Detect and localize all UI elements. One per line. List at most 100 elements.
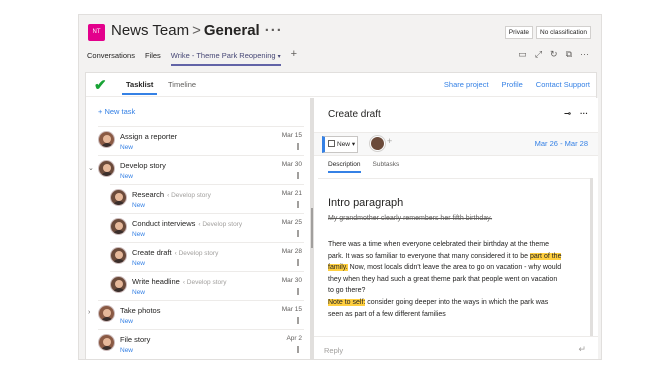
task-list: + New task Assign a reporter New Mar 15 … (86, 98, 310, 359)
status-label: New (337, 141, 351, 148)
contact-support-link[interactable]: Contact Support (536, 80, 590, 89)
scrollbar[interactable] (590, 178, 593, 336)
chat-icon[interactable]: ▭ (518, 49, 527, 60)
new-task-button[interactable]: + New task (98, 107, 135, 116)
parent-task-name: Develop story (202, 221, 243, 228)
privacy-badge: Private (504, 26, 534, 39)
parent-task: ‹ Develop story (167, 192, 211, 199)
assignee-avatar (110, 189, 127, 206)
task-date: Mar 30 (281, 161, 302, 168)
tab-conversations[interactable]: Conversations (87, 51, 135, 66)
link-icon[interactable]: ⊸ (564, 109, 571, 118)
channel-tabs: Conversations Files Wrike - Theme Park R… (87, 48, 297, 66)
chevron-right-icon[interactable]: › (88, 309, 90, 316)
highlighted-text: Note to self: (328, 299, 366, 306)
task-name: Conduct interviews (132, 219, 196, 228)
date-range[interactable]: Mar 26 - Mar 28 (535, 139, 588, 148)
classification-badge: No classification (536, 26, 591, 39)
task-row[interactable]: Write headline ‹ Develop story New Mar 30 (110, 271, 304, 300)
reply-box[interactable]: Reply ↵ (314, 336, 598, 359)
tab-tasklist[interactable]: Tasklist (121, 80, 158, 95)
more-icon[interactable]: ··· (580, 49, 589, 60)
drag-handle-icon[interactable] (297, 346, 299, 353)
task-name: Research (132, 190, 165, 199)
team-name[interactable]: News Team (111, 22, 189, 39)
assignee-avatar (110, 247, 127, 264)
profile-link[interactable]: Profile (502, 80, 523, 89)
status-dropdown[interactable]: New ▾ (322, 136, 358, 153)
task-date: Mar 30 (281, 277, 302, 284)
reply-input[interactable]: Reply (324, 346, 343, 355)
more-icon[interactable]: ··· (580, 109, 588, 118)
team-avatar[interactable]: NT (88, 24, 105, 41)
checkbox-icon[interactable] (328, 140, 335, 147)
drag-handle-icon[interactable] (297, 259, 299, 266)
parent-task-name: Develop story (171, 192, 211, 199)
drag-handle-icon[interactable] (297, 230, 299, 237)
channel-title: News Team > General ··· (111, 22, 283, 39)
task-detail: Create draft ⊸ ··· New ▾ + Mar 26 - Mar … (314, 98, 598, 359)
task-name[interactable]: File story (120, 335, 150, 344)
assignee-avatar (98, 305, 115, 322)
detail-icons: ⊸ ··· (564, 109, 588, 118)
task-date: Mar 21 (281, 190, 302, 197)
chevron-down-icon[interactable]: ⌄ (88, 164, 94, 172)
add-assignee-icon[interactable]: + (387, 136, 392, 146)
task-date: Mar 15 (281, 306, 302, 313)
tab-files[interactable]: Files (145, 51, 161, 66)
share-project-link[interactable]: Share project (444, 80, 489, 89)
wrike-toolbar: ✔ Tasklist Timeline Share project Profil… (86, 73, 596, 97)
task-row[interactable]: Conduct interviews ‹ Develop story New Ma… (110, 213, 304, 242)
popout-icon[interactable]: ⧉ (566, 49, 572, 60)
task-name[interactable]: Assign a reporter (120, 132, 177, 141)
struck-text: My grandmother clearly remembers her fif… (328, 215, 493, 222)
task-row[interactable]: File story New Apr 2 (98, 329, 304, 358)
task-status: New (120, 173, 134, 180)
assignee-avatar (98, 334, 115, 351)
detail-title[interactable]: Create draft (328, 109, 381, 120)
parent-task: ‹ Develop story (198, 221, 243, 228)
task-name-group[interactable]: Conduct interviews ‹ Develop story (132, 219, 242, 228)
assignee-avatar (110, 218, 127, 235)
task-row[interactable]: Create draft ‹ Develop story New Mar 28 (110, 242, 304, 271)
task-status: New (132, 231, 146, 238)
drag-handle-icon[interactable] (297, 143, 299, 150)
drag-handle-icon[interactable] (297, 201, 299, 208)
drag-handle-icon[interactable] (297, 317, 299, 324)
task-name[interactable]: Develop story (120, 161, 166, 170)
assignee-avatar[interactable] (370, 136, 385, 151)
tab-wrike[interactable]: Wrike - Theme Park Reopening ▾ (170, 51, 281, 66)
drag-handle-icon[interactable] (297, 288, 299, 295)
parent-task-name: Develop story (186, 279, 227, 286)
assignee-avatar (98, 160, 115, 177)
task-name-group[interactable]: Research ‹ Develop story (132, 190, 211, 199)
task-row[interactable]: Research ‹ Develop story New Mar 21 (110, 184, 304, 213)
task-row[interactable]: ⌄ Develop story New Mar 30 (88, 155, 304, 184)
channel-name[interactable]: General (204, 22, 260, 39)
task-row[interactable]: › Take photos New Mar 15 (88, 300, 304, 329)
send-icon[interactable]: ↵ (578, 344, 586, 355)
task-name[interactable]: Take photos (120, 306, 160, 315)
task-row[interactable]: Assign a reporter New Mar 15 (98, 126, 304, 155)
tab-timeline[interactable]: Timeline (168, 80, 196, 89)
description-editor[interactable]: Intro paragraph My grandmother clearly r… (318, 178, 590, 336)
more-options-icon[interactable]: ··· (260, 22, 283, 39)
chevron-down-icon[interactable]: ▾ (278, 54, 281, 60)
drag-handle-icon[interactable] (297, 172, 299, 179)
task-date: Mar 15 (281, 132, 302, 139)
tab-description[interactable]: Description (328, 161, 361, 173)
add-tab-button[interactable]: + (291, 48, 297, 66)
assignee-avatar (110, 276, 127, 293)
chevron-right-icon: > (192, 22, 201, 39)
task-name-group[interactable]: Create draft ‹ Develop story (132, 248, 218, 257)
assignee-avatar (98, 131, 115, 148)
task-name-group[interactable]: Write headline ‹ Develop story (132, 277, 227, 286)
detail-tabs: Description Subtasks (328, 161, 399, 173)
refresh-icon[interactable]: ↻ (550, 49, 558, 60)
wrike-panel: ✔ Tasklist Timeline Share project Profil… (85, 72, 598, 359)
expand-icon[interactable]: ⤢ (535, 49, 542, 60)
paragraph-text: Now, most locals didn't leave the area t… (328, 264, 562, 294)
task-status: New (120, 347, 134, 354)
tab-subtasks[interactable]: Subtasks (373, 161, 400, 173)
parent-task: ‹ Develop story (182, 279, 227, 286)
